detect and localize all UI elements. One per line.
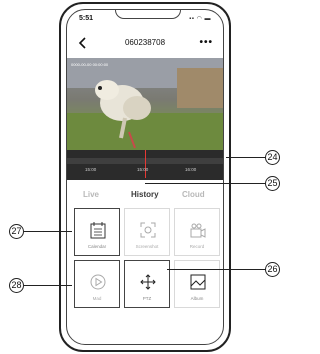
screenshot-icon [140,222,156,238]
phone-screen: 5:51 ▪▪ ◠ ▬ 060238708 ••• 0000-00-00 00:… [66,9,224,345]
calendar-button[interactable]: Calendar [74,208,120,256]
album-icon [190,274,206,290]
play-icon [90,274,106,290]
timeline-label: 15:00 [137,167,149,172]
callout-25: 25 [265,176,280,191]
timeline-label: 16:00 [185,167,197,172]
screenshot-button[interactable]: Screenshot [124,208,170,256]
callout-line [167,269,266,270]
tab-cloud[interactable]: Cloud [182,190,205,199]
callout-line [145,183,266,184]
video-timestamp: 0000-00-00 00:00:00 [71,62,109,67]
callout-line [226,157,266,158]
album-button[interactable]: Album [174,260,220,308]
video-player[interactable]: 0000-00-00 00:00:00 [67,58,223,150]
status-time: 5:51 [79,15,94,22]
calendar-icon [90,222,106,239]
callout-line [24,285,72,286]
callout-line [24,231,72,232]
playback-timeline[interactable]: 15:00 15:00 16:00 [67,150,223,180]
phone-notch [115,10,181,19]
timeline-marker[interactable] [145,150,146,178]
callout-26: 26 [265,262,280,277]
callout-24: 24 [265,150,280,165]
video-frame-image [67,58,223,150]
record-button[interactable]: Record [174,208,220,256]
callout-27: 27 [9,224,24,239]
cell-label: PTZ [142,296,152,301]
phone-frame: 5:51 ▪▪ ◠ ▬ 060238708 ••• 0000-00-00 00:… [59,2,231,352]
tab-live[interactable]: Live [83,190,99,199]
cell-label: Record [189,244,205,249]
play-button[interactable]: Mad [74,260,120,308]
ptz-button[interactable]: PTZ [124,260,170,308]
more-options-icon[interactable]: ••• [199,37,213,48]
cell-label: Screenshot [135,244,159,249]
tab-history[interactable]: History [131,190,159,199]
status-icons: ▪▪ ◠ ▬ [189,16,211,22]
cell-label: Album [190,296,204,301]
cell-label: Calendar [87,244,107,249]
timeline-label: 15:00 [85,167,97,172]
callout-28: 28 [9,278,24,293]
ptz-arrows-icon [140,274,156,290]
video-camera-icon [190,223,206,238]
tab-bar: Live History Cloud [67,190,223,204]
cell-label: Mad [92,296,102,301]
